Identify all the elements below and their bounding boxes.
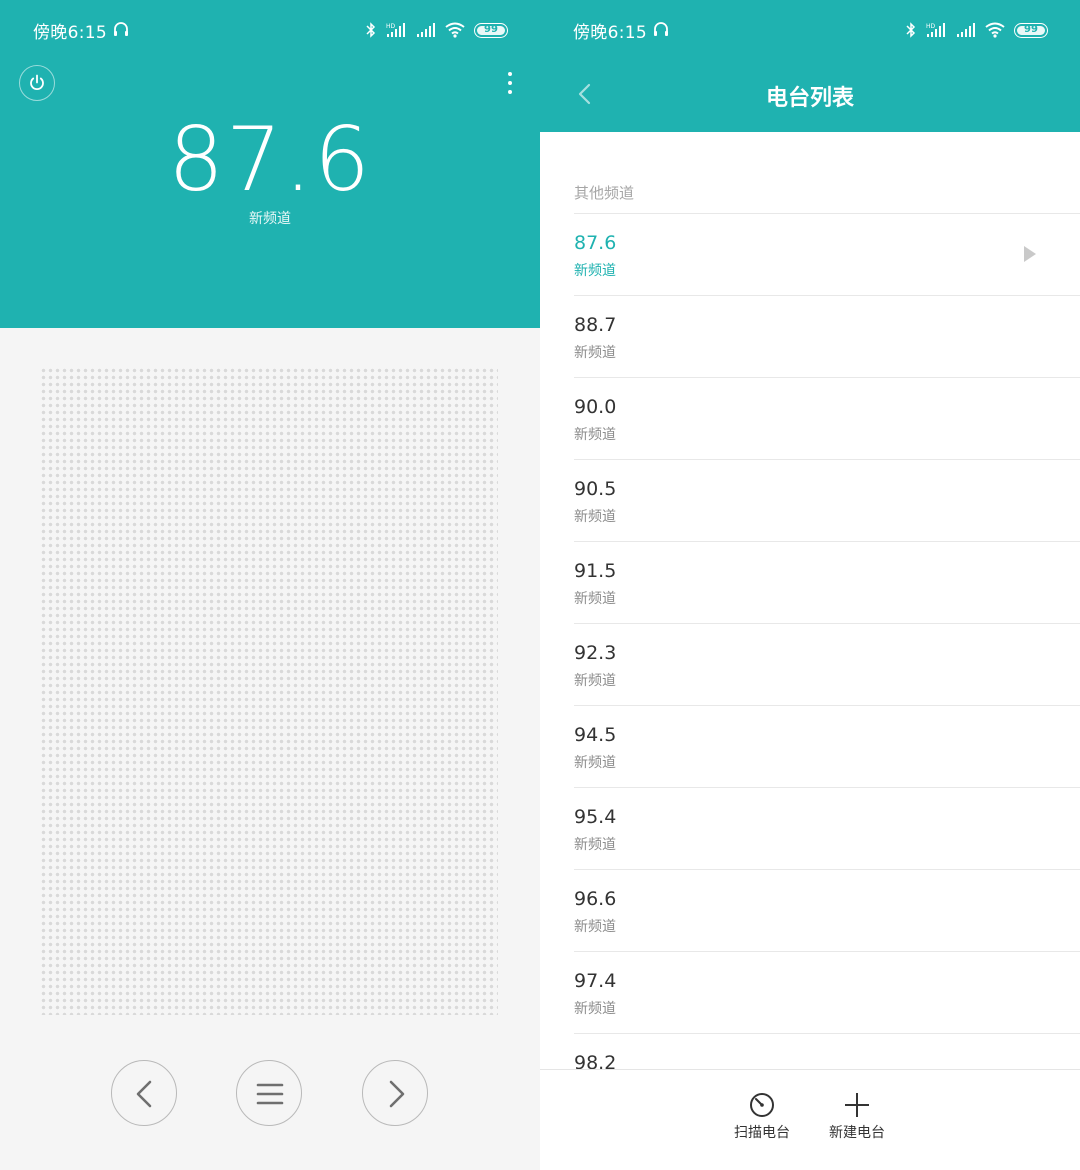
- station-frequency: 87.6: [574, 232, 617, 254]
- menu-icon: [256, 1083, 284, 1105]
- wifi-icon: [445, 22, 465, 38]
- station-name: 新频道: [574, 837, 616, 853]
- station-frequency: 91.5: [574, 560, 617, 582]
- station-row[interactable]: 90.0 新频道: [574, 378, 1080, 460]
- bluetooth-icon: [366, 22, 376, 38]
- previous-station-button[interactable]: [111, 1060, 177, 1126]
- station-name: 新频道: [574, 591, 616, 607]
- status-icons: HD 99: [366, 18, 508, 42]
- station-row[interactable]: 91.5 新频道: [574, 542, 1080, 624]
- signal-icon: [957, 23, 975, 37]
- station-row[interactable]: 96.6 新频道: [574, 870, 1080, 952]
- add-station-button[interactable]: 新建电台: [812, 1090, 902, 1142]
- battery-level: 99: [484, 23, 498, 35]
- station-frequency: 98.2: [574, 1052, 617, 1069]
- station-name: 新频道: [574, 1001, 616, 1017]
- station-list: 87.6 新频道 88.7 新频道 90.0 新频道 90.5 新频道 91.5 新频道 92.3 新…: [540, 214, 1080, 1069]
- bottom-action-bar: 扫描电台 新建电台: [540, 1069, 1080, 1170]
- battery-level: 99: [1024, 23, 1038, 35]
- power-button[interactable]: [19, 65, 55, 101]
- station-frequency: 92.3: [574, 642, 617, 664]
- headphone-icon: [654, 22, 668, 36]
- station-name: 新频道: [574, 755, 616, 771]
- station-frequency: 88.7: [574, 314, 617, 336]
- station-row[interactable]: 92.3 新频道: [574, 624, 1080, 706]
- plus-icon: [845, 1093, 869, 1117]
- status-time: 傍晚6:15: [573, 23, 647, 43]
- station-row[interactable]: 97.4 新频道: [574, 952, 1080, 1034]
- headphone-icon: [114, 22, 128, 36]
- station-row[interactable]: 95.4 新频道: [574, 788, 1080, 870]
- station-row[interactable]: 87.6 新频道: [574, 214, 1080, 296]
- signal-icon: [417, 23, 435, 37]
- station-row[interactable]: 94.5 新频道: [574, 706, 1080, 788]
- scan-stations-button[interactable]: 扫描电台: [717, 1090, 807, 1142]
- bluetooth-icon: [906, 22, 916, 38]
- station-list-header: 傍晚6:15 HD 99 电台列表: [540, 0, 1080, 132]
- current-frequency: 87.6: [168, 108, 372, 211]
- station-name: 新频道: [574, 509, 616, 525]
- station-frequency: 90.0: [574, 396, 617, 418]
- station-row[interactable]: 90.5 新频道: [574, 460, 1080, 542]
- current-station-name: 新频道: [249, 211, 291, 227]
- power-icon: [30, 74, 44, 90]
- station-frequency: 96.6: [574, 888, 617, 910]
- station-name: 新频道: [574, 919, 616, 935]
- station-name: 新频道: [574, 345, 616, 361]
- hd-label: HD: [386, 23, 396, 30]
- station-frequency: 90.5: [574, 478, 617, 500]
- station-row[interactable]: 88.7 新频道: [574, 296, 1080, 378]
- scan-icon: [750, 1093, 774, 1117]
- wifi-icon: [985, 22, 1005, 38]
- fm-player-screen: 傍晚6:15 HD 99 87.6 新频道: [0, 0, 540, 1170]
- more-icon[interactable]: [500, 72, 520, 98]
- station-list-screen: 傍晚6:15 HD 99 电台列表 其他频道 87.6 新频道 88.7 新频道…: [540, 0, 1080, 1170]
- station-name: 新频道: [574, 427, 616, 443]
- hd-label: HD: [926, 23, 936, 30]
- battery-icon: 99: [1014, 22, 1048, 38]
- station-frequency: 97.4: [574, 970, 617, 992]
- signal-hd-icon: HD: [926, 23, 945, 37]
- tuning-dial[interactable]: [40, 367, 498, 1015]
- status-bar: 傍晚6:15 HD 99: [0, 0, 540, 60]
- status-icons: HD 99: [906, 18, 1048, 42]
- station-name: 新频道: [574, 673, 616, 689]
- scan-stations-label: 扫描电台: [734, 1125, 790, 1141]
- next-station-button[interactable]: [362, 1060, 428, 1126]
- status-time: 傍晚6:15: [33, 23, 107, 43]
- chevron-right-icon: [389, 1080, 405, 1108]
- play-icon[interactable]: [1024, 246, 1036, 262]
- station-row[interactable]: 98.2: [574, 1034, 1080, 1069]
- signal-hd-icon: HD: [386, 23, 405, 37]
- status-bar: 傍晚6:15 HD 99: [540, 0, 1080, 60]
- station-list-button[interactable]: [236, 1060, 302, 1126]
- add-station-label: 新建电台: [829, 1125, 885, 1141]
- battery-icon: 99: [474, 22, 508, 38]
- station-frequency: 95.4: [574, 806, 617, 828]
- page-title: 电台列表: [765, 86, 854, 111]
- station-name: 新频道: [574, 263, 616, 279]
- player-header: 傍晚6:15 HD 99 87.6 新频道: [0, 0, 540, 328]
- station-frequency: 94.5: [574, 724, 617, 746]
- section-label: 其他频道: [574, 184, 635, 202]
- chevron-left-icon: [136, 1080, 152, 1108]
